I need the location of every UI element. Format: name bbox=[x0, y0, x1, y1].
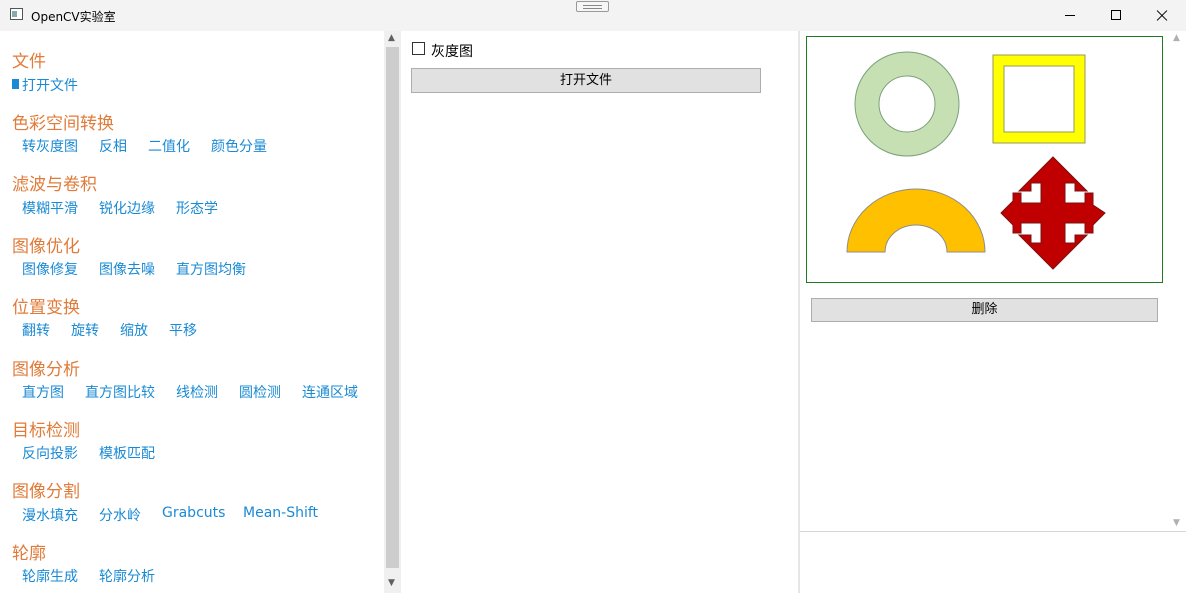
section-header-segmentation: 图像分割 bbox=[12, 482, 80, 502]
link-hist-equalize[interactable]: 直方图均衡 bbox=[176, 259, 246, 279]
grayscale-label: 灰度图 bbox=[431, 44, 473, 60]
link-back-projection[interactable]: 反向投影 bbox=[22, 443, 78, 463]
open-file-button[interactable]: 打开文件 bbox=[411, 68, 761, 93]
link-color-channels[interactable]: 颜色分量 bbox=[211, 136, 267, 156]
link-open-file[interactable]: 打开文件 bbox=[22, 75, 78, 95]
image-preview[interactable] bbox=[806, 36, 1163, 283]
delete-button[interactable]: 删除 bbox=[811, 298, 1158, 322]
drag-grip-icon[interactable] bbox=[576, 1, 609, 12]
link-hist-compare[interactable]: 直方图比较 bbox=[85, 382, 155, 402]
section-header-optimize: 图像优化 bbox=[12, 237, 80, 257]
link-invert[interactable]: 反相 bbox=[99, 136, 127, 156]
link-flood-fill[interactable]: 漫水填充 bbox=[22, 505, 78, 525]
link-scale[interactable]: 缩放 bbox=[120, 320, 148, 340]
link-watershed[interactable]: 分水岭 bbox=[99, 505, 141, 525]
scroll-down-icon[interactable]: ▼ bbox=[388, 578, 395, 588]
section-header-file: 文件 bbox=[12, 52, 46, 72]
section-header-detection: 目标检测 bbox=[12, 421, 80, 441]
right-scrollbar[interactable] bbox=[1170, 31, 1186, 531]
link-histogram[interactable]: 直方图 bbox=[22, 382, 64, 402]
right-scroll-up-icon[interactable]: ▲ bbox=[1173, 33, 1180, 43]
link-contour-generate[interactable]: 轮廓生成 bbox=[22, 566, 78, 586]
link-circle-detect[interactable]: 圆检测 bbox=[239, 382, 281, 402]
section-header-color-space: 色彩空间转换 bbox=[12, 114, 114, 134]
scroll-up-icon[interactable]: ▲ bbox=[388, 33, 395, 43]
section-header-analysis: 图像分析 bbox=[12, 360, 80, 380]
maximize-button[interactable] bbox=[1093, 0, 1139, 31]
link-morphology[interactable]: 形态学 bbox=[176, 198, 218, 218]
section-header-contour: 轮廓 bbox=[12, 544, 46, 564]
link-mean-shift[interactable]: Mean-Shift bbox=[243, 505, 318, 521]
link-translate[interactable]: 平移 bbox=[169, 320, 197, 340]
link-to-grayscale[interactable]: 转灰度图 bbox=[22, 136, 78, 156]
link-grabcuts[interactable]: Grabcuts bbox=[162, 505, 225, 521]
link-flip[interactable]: 翻转 bbox=[22, 320, 50, 340]
link-contour-analysis[interactable]: 轮廓分析 bbox=[99, 566, 155, 586]
link-sharpen[interactable]: 锐化边缘 bbox=[99, 198, 155, 218]
link-template-match[interactable]: 模板匹配 bbox=[99, 443, 155, 463]
close-button[interactable] bbox=[1139, 0, 1185, 31]
four-way-arrow-shape bbox=[1000, 156, 1106, 270]
grayscale-checkbox[interactable] bbox=[412, 42, 425, 55]
panel-divider bbox=[798, 31, 800, 593]
link-connected-components[interactable]: 连通区域 bbox=[302, 382, 358, 402]
right-scroll-down-icon[interactable]: ▼ bbox=[1173, 518, 1180, 528]
section-header-transform: 位置变换 bbox=[12, 298, 80, 318]
bottom-separator bbox=[800, 531, 1186, 532]
selected-indicator bbox=[12, 79, 19, 89]
window-title: OpenCV实验室 bbox=[31, 10, 116, 24]
window-icon bbox=[10, 8, 23, 20]
arc-shape bbox=[846, 188, 986, 253]
link-inpaint[interactable]: 图像修复 bbox=[22, 259, 78, 279]
link-binarize[interactable]: 二值化 bbox=[148, 136, 190, 156]
link-blur[interactable]: 模糊平滑 bbox=[22, 198, 78, 218]
minimize-button[interactable] bbox=[1047, 0, 1093, 31]
title-bar: OpenCV实验室 bbox=[0, 0, 1186, 31]
link-line-detect[interactable]: 线检测 bbox=[176, 382, 218, 402]
link-rotate[interactable]: 旋转 bbox=[71, 320, 99, 340]
preview-image bbox=[846, 51, 1106, 270]
link-denoise[interactable]: 图像去噪 bbox=[99, 259, 155, 279]
section-header-filter: 滤波与卷积 bbox=[12, 175, 97, 195]
sidebar-scroll-thumb[interactable] bbox=[386, 47, 399, 568]
